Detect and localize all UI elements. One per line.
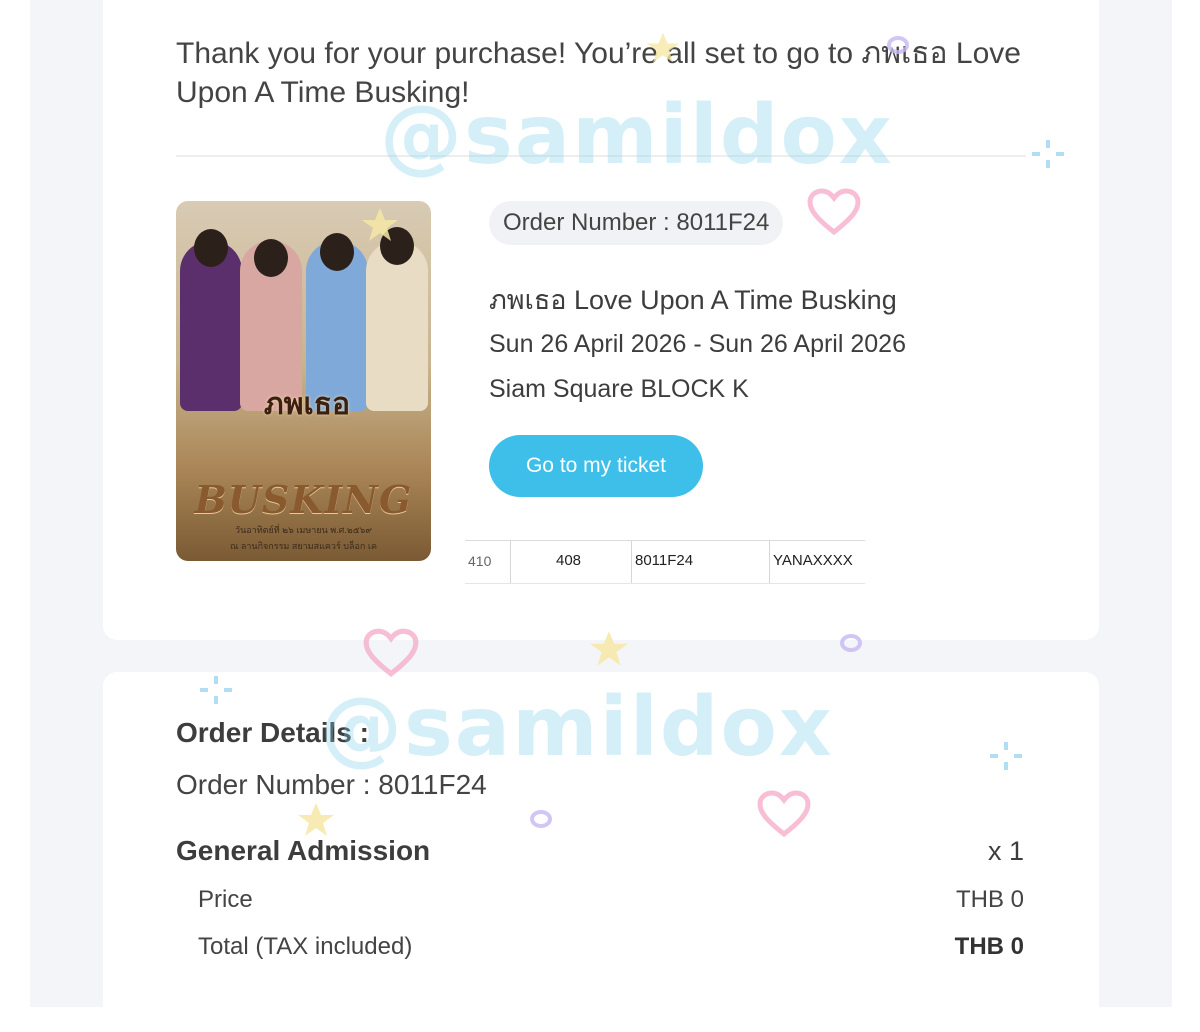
- event-title: ภพเธอ Love Upon A Time Busking: [489, 285, 897, 315]
- poster-figure-head: [254, 239, 288, 277]
- go-to-my-ticket-button[interactable]: Go to my ticket: [489, 435, 703, 497]
- event-poster-image: ภพเธอ BUSKING วันอาทิตย์ที่ ๒๖ เมษายน พ.…: [176, 201, 431, 561]
- total-value: THB 0: [954, 933, 1024, 960]
- strip-separator: [510, 541, 511, 583]
- poster-subtitle-line: วันอาทิตย์ที่ ๒๖ เมษายน พ.ศ.๒๕๖๙: [235, 525, 372, 535]
- price-label: Price: [198, 886, 253, 913]
- event-venue: Siam Square BLOCK K: [489, 375, 749, 403]
- poster-figure: [366, 241, 428, 411]
- poster-figure-head: [194, 229, 228, 267]
- strip-cell: YANAXXXX: [773, 552, 853, 569]
- poster-title: BUSKING: [194, 477, 413, 522]
- order-details-number: Order Number : 8011F24: [176, 769, 487, 800]
- strip-separator: [769, 541, 770, 583]
- ticket-quantity: x 1: [987, 836, 1024, 866]
- event-date-range: Sun 26 April 2026 - Sun 26 April 2026: [489, 330, 906, 358]
- poster-logo: ภพเธอ: [263, 387, 351, 422]
- ticket-type-name: General Admission: [176, 835, 431, 866]
- total-label: Total (TAX included): [198, 933, 413, 960]
- price-value: THB 0: [955, 886, 1024, 913]
- ticket-info-strip: 410 408 8011F24 YANAXXXX: [465, 540, 865, 584]
- poster-figure-head: [320, 233, 354, 271]
- poster-subtitle-line: ณ ลานกิจกรรม สยามสแควร์ บล็อก เค: [230, 541, 377, 551]
- poster-figure-head: [380, 227, 414, 265]
- strip-cell: 410: [468, 553, 492, 569]
- order-details-heading: Order Details :: [176, 717, 369, 748]
- purchase-confirmation-message: Thank you for your purchase! You’re all …: [176, 37, 1021, 109]
- strip-cell: 408: [556, 552, 582, 569]
- order-number-badge: Order Number : 8011F24: [489, 201, 784, 245]
- strip-cell: 8011F24: [635, 552, 694, 569]
- strip-separator: [631, 541, 632, 583]
- divider: [176, 155, 1026, 157]
